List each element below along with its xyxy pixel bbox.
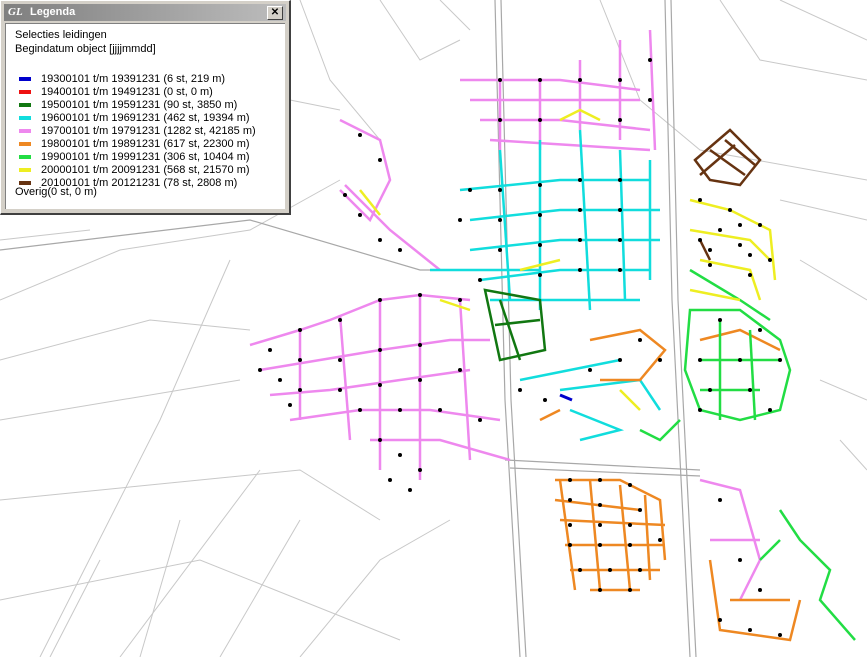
legend-item-label: 19600101 t/m 19691231 (462 st, 19394 m) <box>41 112 250 124</box>
legend-item-label: 19500101 t/m 19591231 (90 st, 3850 m) <box>41 99 238 111</box>
legend-title-bar[interactable]: GL Legenda ✕ <box>4 4 286 21</box>
legend-title: Legenda <box>30 6 76 18</box>
legend-swatch <box>19 77 31 81</box>
legend-swatch <box>19 142 31 146</box>
app-logo-icon: GL <box>8 6 23 18</box>
legend-swatch <box>19 90 31 94</box>
legend-item-label: 19300101 t/m 19391231 (6 st, 219 m) <box>41 73 226 85</box>
legend-content: Selecties leidingen Begindatum object [j… <box>5 23 285 209</box>
legend-other: Overig(0 st, 0 m) <box>15 186 97 198</box>
legend-item-label: 19400101 t/m 19491231 (0 st, 0 m) <box>41 86 213 98</box>
legend-window[interactable]: GL Legenda ✕ Selecties leidingen Beginda… <box>0 0 291 215</box>
legend-header-selection: Selecties leidingen <box>15 29 107 41</box>
legend-item-label: 19700101 t/m 19791231 (1282 st, 42185 m) <box>41 125 256 137</box>
legend-item-label: 19800101 t/m 19891231 (617 st, 22300 m) <box>41 138 250 150</box>
legend-swatch <box>19 129 31 133</box>
legend-header-date: Begindatum object [jjjjmmdd] <box>15 43 156 55</box>
legend-swatch <box>19 155 31 159</box>
legend-swatch <box>19 168 31 172</box>
network-1960s <box>430 129 662 442</box>
legend-swatch <box>19 116 31 120</box>
close-button[interactable]: ✕ <box>267 6 283 20</box>
legend-swatch <box>19 181 31 185</box>
network-1980s <box>539 328 802 642</box>
network-1930s <box>559 393 573 402</box>
legend-swatch <box>19 103 31 107</box>
legend-item-label: 19900101 t/m 19991231 (306 st, 10404 m) <box>41 151 250 163</box>
legend-item-label: 20000101 t/m 20091231 (568 st, 21570 m) <box>41 164 250 176</box>
network-2000s <box>359 108 777 411</box>
